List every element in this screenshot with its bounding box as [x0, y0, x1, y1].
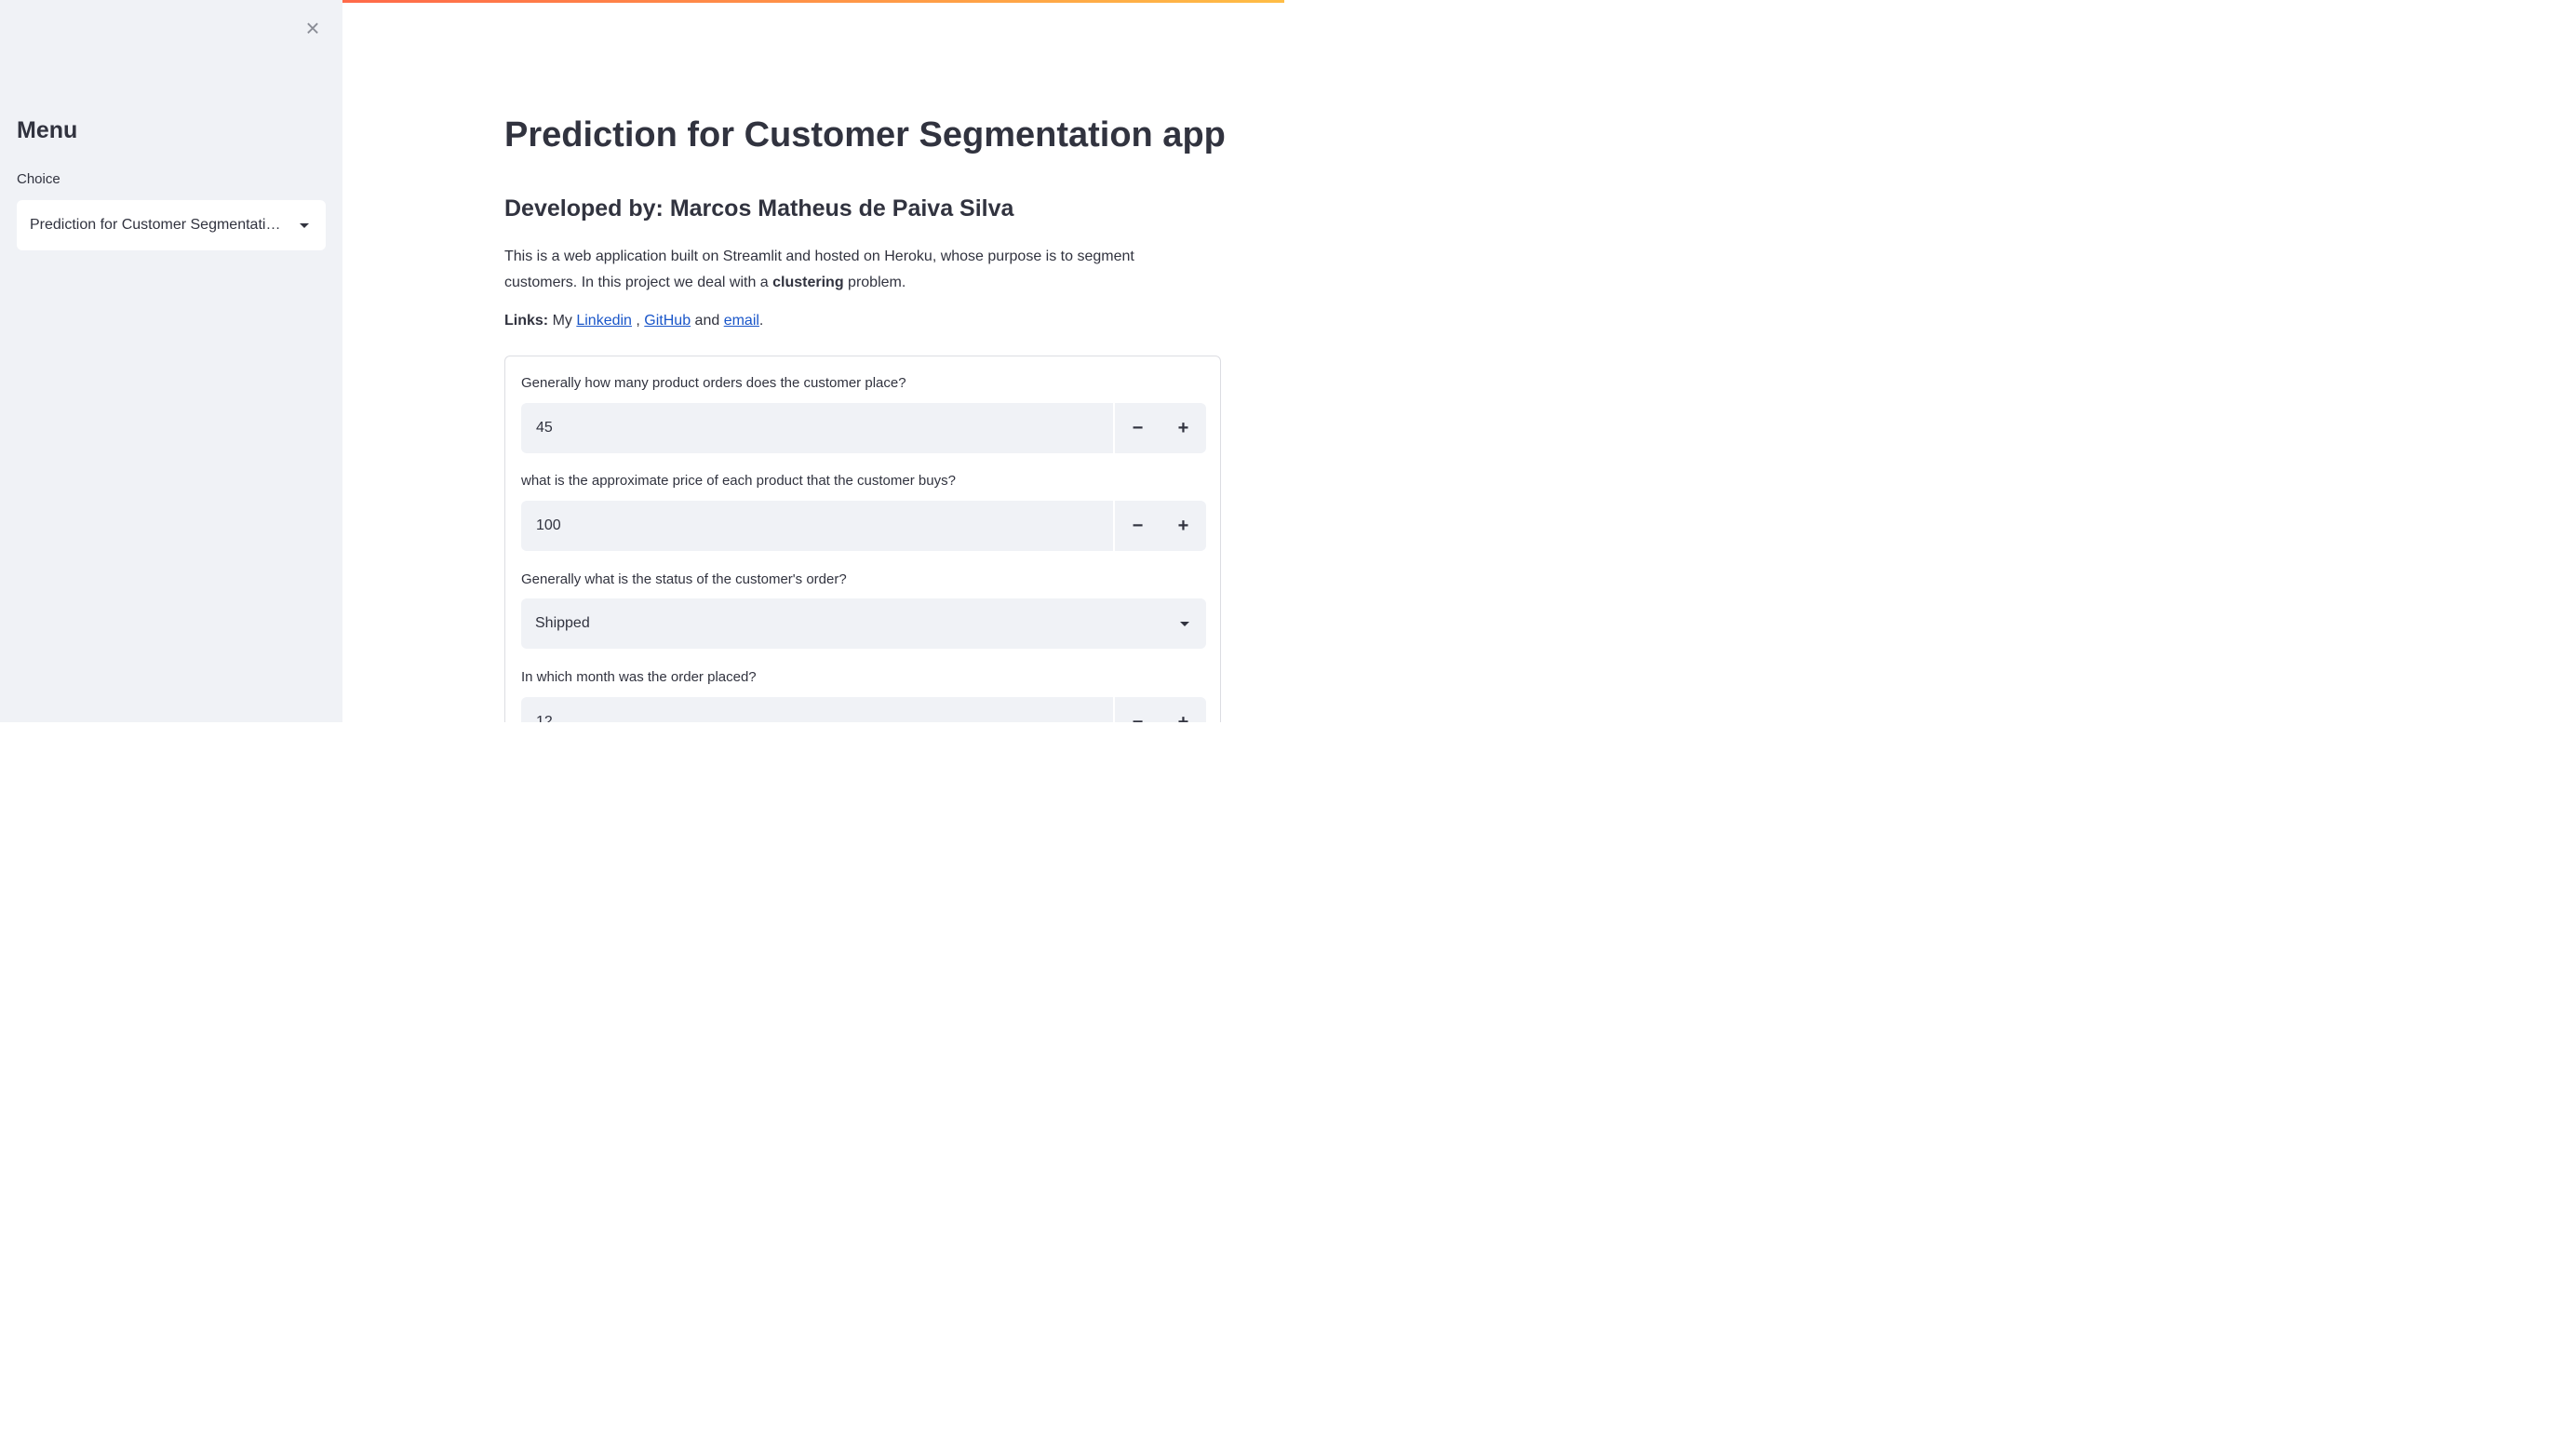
- page-title: Prediction for Customer Segmentation app: [504, 115, 1226, 154]
- links-sep: ,: [631, 313, 645, 329]
- choice-label: Choice: [17, 171, 60, 187]
- price-number-input[interactable]: 100 − +: [521, 501, 1206, 551]
- sidebar: × Menu Choice Prediction for Customer Se…: [0, 0, 342, 722]
- links-end: .: [758, 313, 764, 329]
- app-viewport: × Menu Choice Prediction for Customer Se…: [0, 0, 1284, 722]
- price-increment-button[interactable]: +: [1161, 501, 1206, 551]
- status-label: Generally what is the status of the cust…: [521, 571, 847, 587]
- close-sidebar-icon[interactable]: ×: [298, 13, 328, 43]
- email-link[interactable]: email: [724, 313, 759, 329]
- links-and: and: [691, 313, 724, 329]
- orders-value[interactable]: 45: [536, 403, 553, 453]
- choice-select-value: Prediction for Customer Segmentati…: [30, 217, 281, 233]
- prediction-form: Generally how many product orders does t…: [504, 356, 1221, 722]
- price-decrement-button[interactable]: −: [1115, 501, 1161, 551]
- orders-decrement-button[interactable]: −: [1115, 403, 1161, 453]
- links-label: Links:: [504, 313, 549, 329]
- status-select[interactable]: Shipped: [521, 598, 1206, 649]
- description-text-end: problem.: [843, 275, 906, 290]
- app-description: This is a web application built on Strea…: [504, 244, 1193, 296]
- month-value[interactable]: 12: [536, 697, 553, 722]
- orders-label: Generally how many product orders does t…: [521, 375, 906, 391]
- status-value: Shipped: [535, 615, 590, 631]
- developer-heading: Developed by: Marcos Matheus de Paiva Si…: [504, 195, 1014, 222]
- month-increment-button[interactable]: +: [1161, 697, 1206, 723]
- choice-select[interactable]: Prediction for Customer Segmentati…: [17, 200, 326, 250]
- price-label: what is the approximate price of each pr…: [521, 473, 956, 489]
- chevron-down-icon: [300, 223, 309, 228]
- month-decrement-button[interactable]: −: [1115, 697, 1161, 723]
- linkedin-link[interactable]: Linkedin: [576, 313, 632, 329]
- description-bold: clustering: [772, 275, 844, 290]
- orders-number-input[interactable]: 45 − +: [521, 403, 1206, 453]
- month-label: In which month was the order placed?: [521, 669, 757, 685]
- sidebar-title: Menu: [17, 117, 78, 143]
- links-line: Links: My Linkedin , GitHub and email.: [504, 313, 763, 329]
- month-number-input[interactable]: 12 − +: [521, 697, 1206, 722]
- orders-increment-button[interactable]: +: [1161, 403, 1206, 453]
- price-value[interactable]: 100: [536, 501, 561, 551]
- links-my: My: [548, 313, 577, 329]
- chevron-down-icon: [1180, 622, 1189, 626]
- github-link[interactable]: GitHub: [644, 313, 691, 329]
